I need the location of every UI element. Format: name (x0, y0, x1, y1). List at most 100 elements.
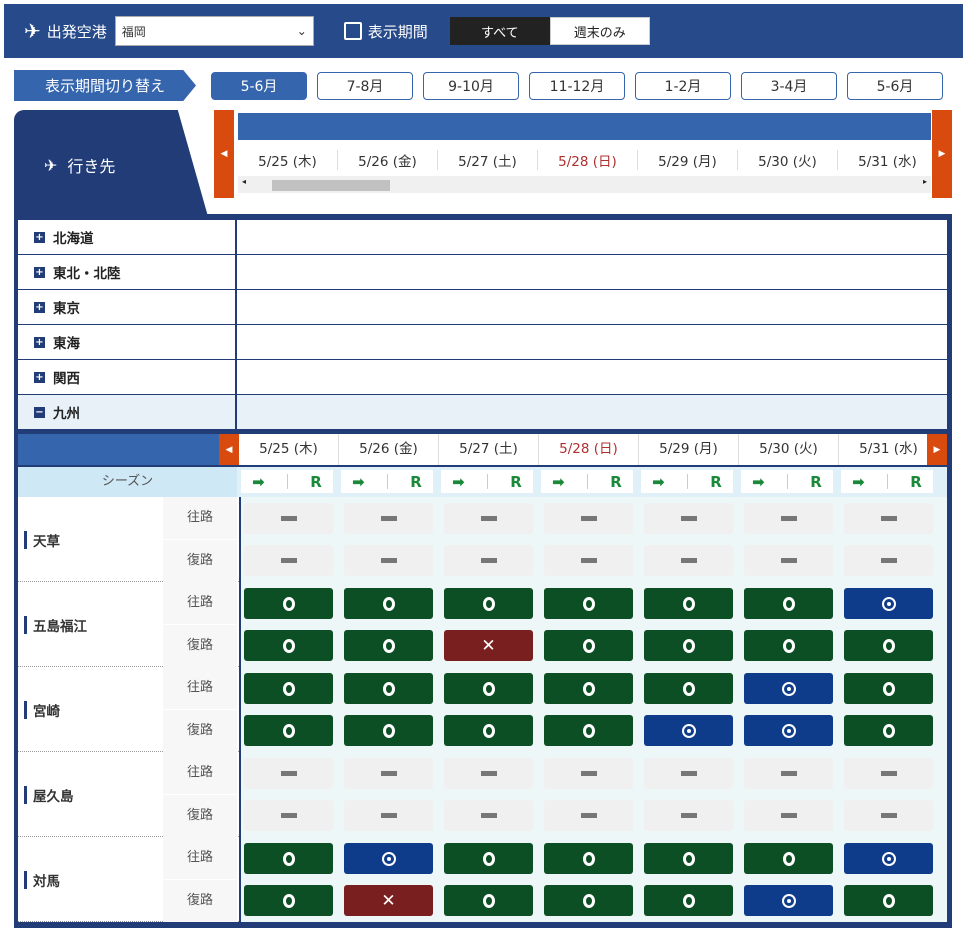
cross-icon: ✕ (381, 890, 396, 911)
circle-icon (882, 893, 895, 908)
round-trip-mark: R (910, 472, 922, 491)
few-seats-cell[interactable] (744, 673, 833, 704)
season-cell: ➡ R (641, 470, 733, 493)
region-name[interactable]: − 九州 (18, 395, 237, 429)
few-seats-cell[interactable] (644, 715, 733, 746)
circle-icon (382, 681, 395, 696)
circle-icon (582, 638, 595, 653)
available-cell[interactable] (244, 843, 333, 874)
period-tab[interactable]: 7-8月 (317, 71, 413, 100)
available-cell[interactable] (644, 843, 733, 874)
available-cell[interactable] (244, 715, 333, 746)
circle-icon (382, 596, 395, 611)
available-cell[interactable] (344, 588, 433, 619)
scroll-left-button[interactable]: ◀ (214, 110, 234, 198)
available-cell[interactable] (844, 885, 933, 916)
available-cell[interactable] (544, 715, 633, 746)
scroll-left-button[interactable]: ◀ (219, 434, 239, 465)
departure-value: 福岡 (121, 24, 146, 39)
departure-select[interactable]: 福岡 ⌄ (114, 16, 314, 46)
period-all-button[interactable]: すべて (449, 17, 550, 45)
sold-out-cell[interactable]: ✕ (444, 630, 533, 661)
few-seats-cell[interactable] (844, 588, 933, 619)
available-cell[interactable] (344, 673, 433, 704)
available-cell[interactable] (644, 885, 733, 916)
available-cell[interactable] (544, 630, 633, 661)
available-cell[interactable] (844, 673, 933, 704)
available-cell[interactable] (444, 715, 533, 746)
available-cell[interactable] (344, 630, 433, 661)
dash-icon (380, 771, 397, 776)
scroll-right-button[interactable]: ▶ (927, 434, 947, 465)
date-label: 5/30 (火) (739, 434, 839, 465)
few-seats-cell[interactable] (344, 843, 433, 874)
horizontal-scrollbar[interactable]: ◂ ▸ (238, 176, 931, 193)
region-name[interactable]: + 関西 (18, 360, 237, 394)
available-cell[interactable] (544, 673, 633, 704)
available-cell[interactable] (444, 843, 533, 874)
direction-label: 往路 (163, 752, 237, 794)
period-tab[interactable]: 1-2月 (635, 71, 731, 100)
available-cell[interactable] (744, 630, 833, 661)
region-label: 九州 (53, 406, 80, 422)
available-cell[interactable] (844, 630, 933, 661)
period-tab[interactable]: 3-4月 (741, 71, 837, 100)
dash-icon (580, 516, 597, 521)
double-circle-icon (881, 851, 896, 866)
available-cell[interactable] (544, 885, 633, 916)
region-row[interactable]: + 東京 (18, 290, 947, 325)
period-switch-label: 表示期間切り替え (14, 70, 196, 101)
one-way-arrow-icon: ➡ (352, 472, 365, 491)
dash-icon (780, 771, 797, 776)
available-cell[interactable] (444, 885, 533, 916)
unavailable-cell (444, 800, 533, 831)
expand-icon: + (34, 371, 45, 383)
dash-icon (780, 558, 797, 563)
available-cell[interactable] (644, 673, 733, 704)
available-cell[interactable] (444, 673, 533, 704)
region-row[interactable]: + 北海道 (18, 220, 947, 255)
scroll-right-button[interactable]: ▶ (932, 110, 952, 198)
region-name[interactable]: + 東京 (18, 290, 237, 324)
available-cell[interactable] (644, 588, 733, 619)
available-cell[interactable] (744, 843, 833, 874)
region-row[interactable]: + 関西 (18, 360, 947, 395)
few-seats-cell[interactable] (744, 715, 833, 746)
few-seats-cell[interactable] (744, 885, 833, 916)
available-cell[interactable] (344, 715, 433, 746)
region-name[interactable]: + 東海 (18, 325, 237, 359)
unavailable-cell (244, 503, 333, 534)
period-weekend-button[interactable]: 週末のみ (549, 17, 650, 45)
available-cell[interactable] (244, 588, 333, 619)
period-tab[interactable]: 5-6月 (847, 71, 943, 100)
circle-icon (782, 596, 795, 611)
few-seats-cell[interactable] (844, 843, 933, 874)
divider (387, 474, 388, 489)
period-tab[interactable]: 5-6月 (211, 71, 307, 100)
period-tab[interactable]: 11-12月 (529, 71, 625, 100)
circle-icon (482, 893, 495, 908)
available-cell[interactable] (244, 630, 333, 661)
scrollbar-thumb[interactable] (272, 180, 390, 191)
destination-name: 屋久島 (24, 752, 74, 837)
period-tab[interactable]: 9-10月 (423, 71, 519, 100)
available-cell[interactable] (844, 715, 933, 746)
circle-icon (882, 723, 895, 738)
available-cell[interactable] (444, 588, 533, 619)
available-cell[interactable] (544, 843, 633, 874)
destination-name: 対馬 (24, 837, 60, 922)
region-row[interactable]: + 東北・北陸 (18, 255, 947, 290)
available-cell[interactable] (644, 630, 733, 661)
region-name[interactable]: + 北海道 (18, 220, 237, 254)
available-cell[interactable] (244, 885, 333, 916)
available-cell[interactable] (244, 673, 333, 704)
unavailable-cell (344, 800, 433, 831)
region-row[interactable]: + 東海 (18, 325, 947, 360)
top-date-scroller: ◀ 5/25 (木) 5/26 (金) 5/27 (土) 5/28 (日) 5/29 (… (214, 110, 952, 198)
available-cell[interactable] (544, 588, 633, 619)
region-name[interactable]: + 東北・北陸 (18, 255, 237, 289)
available-cell[interactable] (744, 588, 833, 619)
sold-out-cell[interactable]: ✕ (344, 885, 433, 916)
region-row[interactable]: − 九州 (18, 395, 947, 430)
dash-icon (480, 516, 497, 521)
